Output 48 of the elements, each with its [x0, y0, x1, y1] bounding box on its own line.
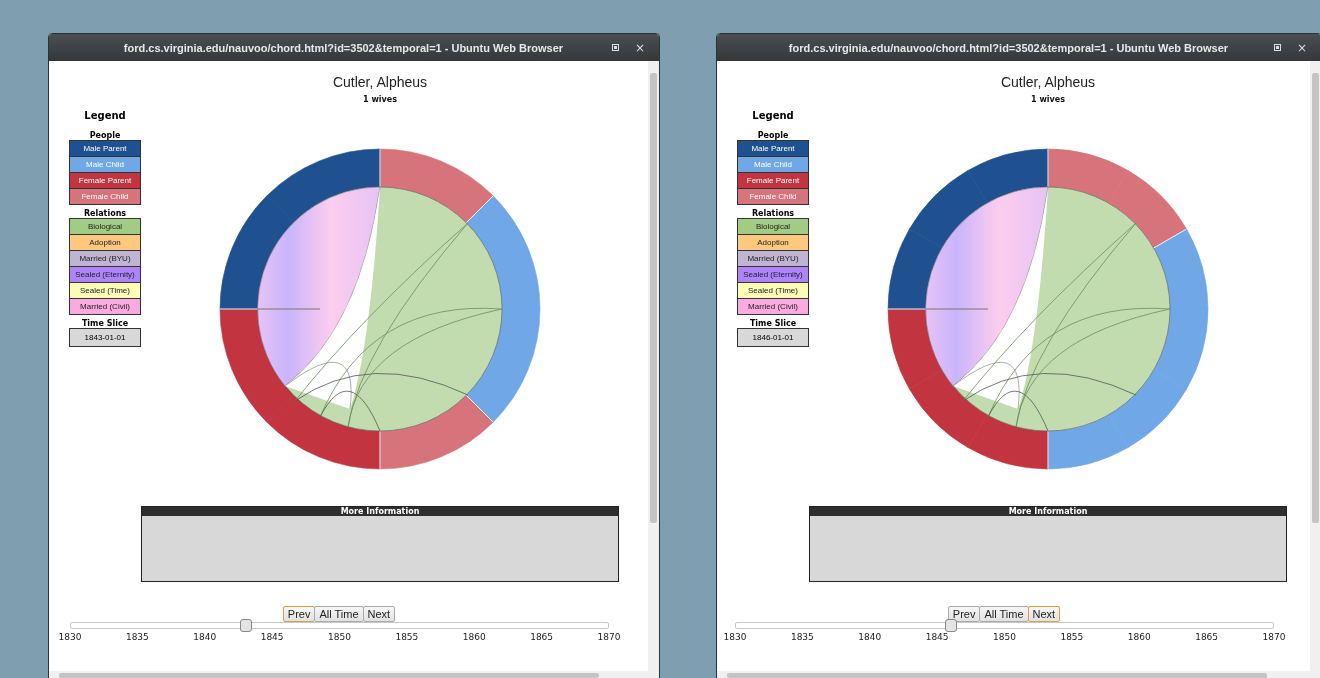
year-tick-label: 1835: [790, 632, 814, 642]
year-tick-label: 1865: [530, 632, 554, 642]
nav-button[interactable]: Next: [362, 606, 396, 622]
legend-section-title: People: [756, 131, 790, 140]
year-tick-label: 1830: [723, 632, 747, 642]
year-tick-label: 1845: [925, 632, 949, 642]
year-tick-label: 1855: [395, 632, 419, 642]
nav-button[interactable]: All Time: [314, 606, 364, 622]
close-button[interactable]: ×: [1294, 40, 1309, 55]
legend-title: Legend: [751, 110, 795, 121]
year-tick-label: 1860: [462, 632, 486, 642]
year-tick-label: 1865: [1195, 632, 1219, 642]
legend-section-title: Relations: [750, 209, 796, 218]
person-name: Cutler, Alpheus: [332, 74, 428, 90]
wives-count: 1 wives: [1031, 95, 1065, 104]
nav-button[interactable]: Prev: [282, 606, 316, 622]
window-title: ford.cs.virginia.edu/nauvoo/chord.html?id=3502&temporal=1 - Ubuntu Web Browser: [122, 41, 565, 54]
year-tick-label: 1850: [328, 632, 351, 642]
legend-title: Legend: [83, 110, 127, 121]
nav-button[interactable]: All Time: [979, 606, 1029, 622]
person-name: Cutler, Alpheus: [1000, 74, 1096, 90]
year-tick-label: 1835: [125, 632, 149, 642]
legend-section-title: Time Slice: [80, 319, 130, 328]
panel-title: More Information: [810, 507, 1286, 516]
year-tick-label: 1870: [1262, 632, 1286, 642]
year-tick-label: 1850: [993, 632, 1016, 642]
year-tick-label: 1870: [597, 632, 621, 642]
legend-item: Female Child: [69, 188, 141, 205]
nav-button[interactable]: Next: [1027, 606, 1061, 622]
year-tick-label: 1860: [1127, 632, 1151, 642]
legend-section-title: Time Slice: [748, 319, 798, 328]
window-title: ford.cs.virginia.edu/nauvoo/chord.html?id=3502&temporal=1 - Ubuntu Web Browser: [787, 41, 1230, 54]
year-tick-label: 1840: [858, 632, 882, 642]
legend-item: Female Child: [737, 188, 809, 205]
year-tick-label: 1840: [193, 632, 217, 642]
year-tick-label: 1855: [1060, 632, 1084, 642]
panel-title: More Information: [142, 507, 618, 516]
close-button[interactable]: ×: [632, 40, 647, 55]
time-slice-value: 1846-01-01: [737, 328, 809, 347]
legend-section-title: People: [88, 131, 122, 140]
legend-item: Married (Civil): [737, 298, 809, 315]
nav-button[interactable]: Prev: [947, 606, 981, 622]
wives-count: 1 wives: [363, 95, 397, 104]
year-tick-label: 1845: [260, 632, 284, 642]
legend-item: Married (Civil): [69, 298, 141, 315]
legend-section-title: Relations: [82, 209, 128, 218]
time-slice-value: 1843-01-01: [69, 328, 141, 347]
year-tick-label: 1830: [58, 632, 82, 642]
